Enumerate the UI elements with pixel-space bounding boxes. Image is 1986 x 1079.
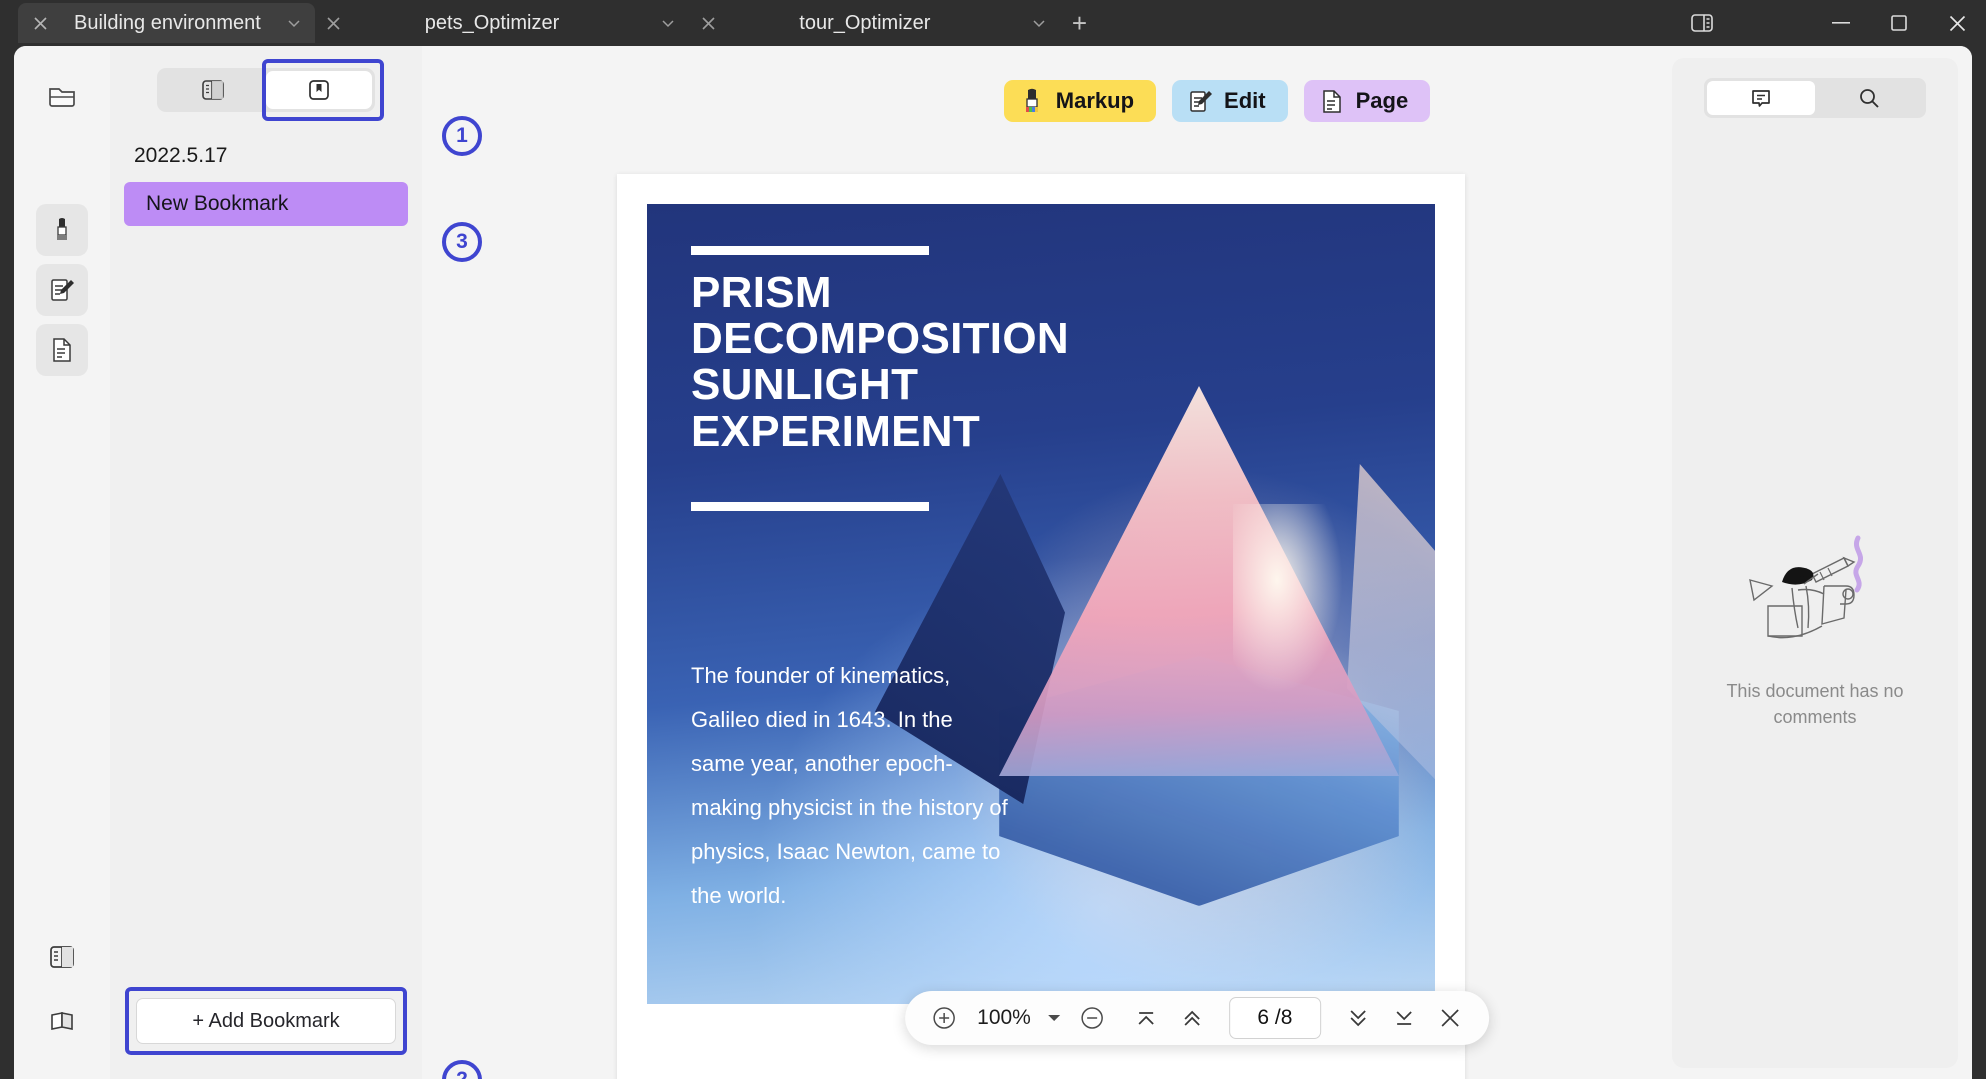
edit-mode-button[interactable]: Edit xyxy=(1172,80,1288,122)
highlighter-icon xyxy=(57,218,67,240)
page-organize-icon xyxy=(53,338,71,362)
close-icon[interactable] xyxy=(315,4,353,42)
close-icon[interactable] xyxy=(22,5,58,41)
markup-mode-label: Markup xyxy=(1055,88,1135,113)
app-body: 2022.5.17 New Bookmark + Add Bookmark 1 … xyxy=(14,46,1972,1079)
chevron-down-icon[interactable] xyxy=(1041,1003,1067,1033)
zoom-in-icon[interactable] xyxy=(923,997,965,1039)
chevron-down-icon[interactable] xyxy=(277,6,311,40)
sidebar-panel-switcher xyxy=(157,59,384,121)
tab-building-environment[interactable]: Building environment xyxy=(18,3,315,43)
search-icon xyxy=(1860,89,1879,108)
tab-label: Building environment xyxy=(74,11,261,34)
add-bookmark-area: + Add Bookmark xyxy=(110,987,422,1079)
book-spread-icon xyxy=(51,1012,73,1030)
prism-highlight xyxy=(1233,504,1343,694)
close-navbar-icon[interactable] xyxy=(1429,997,1471,1039)
markup-mode-button[interactable]: Markup xyxy=(1003,80,1157,122)
close-window-button[interactable] xyxy=(1928,0,1986,46)
bookmark-sidebar: 2022.5.17 New Bookmark + Add Bookmark xyxy=(110,46,422,1079)
sidebar-item-files[interactable] xyxy=(36,70,88,122)
previous-page-icon[interactable] xyxy=(1171,997,1213,1039)
last-page-icon[interactable] xyxy=(1383,997,1425,1039)
add-bookmark-highlight: + Add Bookmark xyxy=(125,987,407,1055)
tab-thumbnails[interactable] xyxy=(160,71,266,109)
title-bar: Building environment pets_Optimizer tour… xyxy=(0,0,1986,46)
annotation-badge-3: 3 xyxy=(442,222,482,262)
document-scroll-area[interactable]: PRISM DECOMPOSITION SUNLIGHT EXPERIMENT … xyxy=(422,156,1660,1079)
page-mode-button[interactable]: Page xyxy=(1303,80,1431,122)
tab-label: tour_Optimizer xyxy=(799,11,931,34)
list-item[interactable]: New Bookmark xyxy=(124,182,408,226)
window-controls xyxy=(1670,0,1986,46)
annotation-badge-1: 1 xyxy=(442,116,482,156)
close-icon[interactable] xyxy=(689,4,727,42)
sidebar-item-double-page[interactable] xyxy=(36,995,88,1047)
page-title: PRISM DECOMPOSITION SUNLIGHT EXPERIMENT xyxy=(691,268,1069,456)
sidebar-item-edit[interactable] xyxy=(36,264,88,316)
left-icon-rail xyxy=(14,46,110,1079)
tab-comments[interactable] xyxy=(1707,81,1815,115)
bookmark-icon xyxy=(309,80,329,100)
first-page-icon[interactable] xyxy=(1125,997,1167,1039)
page-mode-label: Page xyxy=(1355,88,1409,113)
comments-panel-switcher xyxy=(1704,78,1926,118)
thumbnail-panel-icon xyxy=(202,80,224,100)
bookmark-date-group: 2022.5.17 xyxy=(134,144,228,167)
add-bookmark-button[interactable]: + Add Bookmark xyxy=(136,998,396,1044)
page-body-text: The founder of kinematics, Galileo died … xyxy=(691,663,1008,908)
chevron-down-icon[interactable] xyxy=(651,6,685,40)
next-page-icon[interactable] xyxy=(1337,997,1379,1039)
highlighter-icon xyxy=(1018,86,1046,116)
comment-icon xyxy=(1752,90,1770,107)
edit-document-icon xyxy=(51,279,74,301)
zoom-level-value[interactable]: 100% xyxy=(969,1006,1037,1030)
sidebar-item-markup[interactable] xyxy=(36,204,88,256)
tab-tour-optimizer[interactable]: tour_Optimizer xyxy=(779,3,1060,43)
tab-bookmarks[interactable] xyxy=(266,71,372,109)
side-panel-icon[interactable] xyxy=(1670,0,1734,46)
zoom-out-icon[interactable] xyxy=(1071,997,1113,1039)
sidebar-item-page[interactable] xyxy=(36,324,88,376)
tab-pets-optimizer[interactable]: pets_Optimizer xyxy=(405,3,690,43)
page-navigation-bar: 100% 6 /8 xyxy=(905,991,1489,1045)
document-page: PRISM DECOMPOSITION SUNLIGHT EXPERIMENT … xyxy=(617,174,1465,1079)
comments-empty-state: This document has no comments xyxy=(1672,528,1958,730)
person-with-pencil-illustration xyxy=(1749,535,1864,639)
chevron-down-icon[interactable] xyxy=(1022,6,1056,40)
sidebar-item-panel-view[interactable] xyxy=(36,931,88,983)
minimize-button[interactable] xyxy=(1812,0,1870,46)
empty-state-text: This document has no comments xyxy=(1726,681,1904,728)
tab-search[interactable] xyxy=(1815,81,1923,115)
edit-document-icon xyxy=(1186,86,1214,116)
page-number-input[interactable]: 6 /8 xyxy=(1228,997,1321,1039)
title-rule-bottom xyxy=(691,502,929,511)
comments-panel: This document has no comments xyxy=(1672,58,1958,1068)
maximize-button[interactable] xyxy=(1870,0,1928,46)
new-tab-button[interactable]: + xyxy=(1060,4,1098,42)
page-organize-icon xyxy=(1318,86,1346,116)
page-hero-image: PRISM DECOMPOSITION SUNLIGHT EXPERIMENT … xyxy=(647,204,1435,1004)
tab-label: pets_Optimizer xyxy=(424,11,560,34)
title-rule-top xyxy=(691,246,929,255)
single-panel-icon xyxy=(50,946,74,968)
file-folder-icon xyxy=(49,88,75,107)
edit-mode-label: Edit xyxy=(1224,88,1266,113)
